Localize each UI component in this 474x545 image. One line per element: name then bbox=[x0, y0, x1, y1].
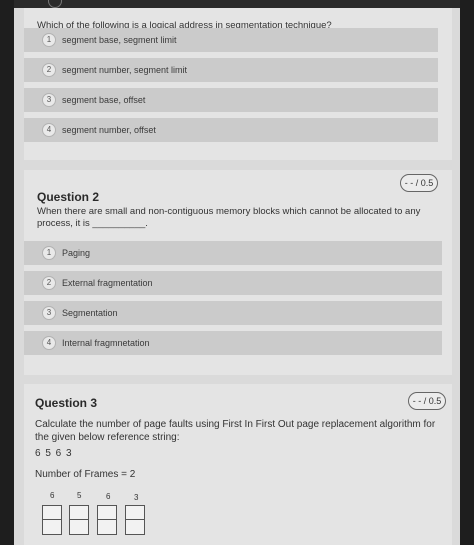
frames-label: Number of Frames = 2 bbox=[35, 469, 136, 480]
option-number: 4 bbox=[42, 336, 56, 350]
frame-column-label: 6 bbox=[50, 491, 55, 500]
option-1[interactable]: 1 Paging bbox=[24, 241, 442, 265]
option-label: segment base, segment limit bbox=[62, 35, 177, 45]
option-3[interactable]: 3 Segmentation bbox=[24, 301, 442, 325]
option-number: 1 bbox=[42, 246, 56, 260]
question-card-1: Which of the following is a logical addr… bbox=[24, 8, 452, 160]
option-label: Segmentation bbox=[62, 308, 118, 318]
frame-box-4[interactable] bbox=[125, 505, 145, 535]
frame-cell[interactable] bbox=[43, 506, 61, 520]
frame-column-label: 3 bbox=[134, 493, 139, 502]
option-label: segment number, segment limit bbox=[62, 65, 188, 75]
frame-column-label: 5 bbox=[77, 491, 82, 500]
option-3[interactable]: 3 segment base, offset bbox=[24, 88, 438, 112]
option-number: 2 bbox=[42, 63, 56, 77]
question-3-text: Calculate the number of page faults usin… bbox=[35, 419, 436, 443]
score-badge: - - / 0.5 bbox=[400, 174, 438, 192]
frame-cell[interactable] bbox=[126, 506, 144, 520]
frame-column-label: 6 bbox=[106, 492, 111, 501]
option-4[interactable]: 4 Internal fragmnetation bbox=[24, 331, 442, 355]
option-label: segment number, offset bbox=[62, 125, 156, 135]
option-number: 1 bbox=[42, 33, 56, 47]
question-3-title: Question 3 bbox=[35, 396, 98, 410]
frame-cell[interactable] bbox=[98, 506, 116, 520]
option-label: Paging bbox=[62, 248, 91, 258]
frame-cell[interactable] bbox=[70, 520, 88, 534]
option-number: 4 bbox=[42, 123, 56, 137]
option-label: segment base, offset bbox=[62, 95, 146, 105]
option-2[interactable]: 2 segment number, segment limit bbox=[24, 58, 438, 82]
top-bar bbox=[14, 0, 460, 8]
option-number: 3 bbox=[42, 306, 56, 320]
back-icon[interactable] bbox=[48, 0, 62, 8]
question-card-3: - - / 0.5 Question 3 Calculate the numbe… bbox=[24, 384, 452, 545]
option-label: External fragmentation bbox=[62, 278, 153, 288]
question-card-2: - - / 0.5 Question 2 When there are smal… bbox=[24, 170, 452, 375]
frame-box-3[interactable] bbox=[97, 505, 117, 535]
option-number: 2 bbox=[42, 276, 56, 290]
question-2-text: When there are small and non-contiguous … bbox=[37, 206, 421, 229]
option-4[interactable]: 4 segment number, offset bbox=[24, 118, 438, 142]
score-badge: - - / 0.5 bbox=[408, 392, 446, 410]
frame-cell[interactable] bbox=[43, 520, 61, 534]
option-2[interactable]: 2 External fragmentation bbox=[24, 271, 442, 295]
option-number: 3 bbox=[42, 93, 56, 107]
frame-cell[interactable] bbox=[126, 520, 144, 534]
frame-box-2[interactable] bbox=[69, 505, 89, 535]
option-1[interactable]: 1 segment base, segment limit bbox=[24, 28, 438, 52]
frame-cell[interactable] bbox=[98, 520, 116, 534]
option-label: Internal fragmnetation bbox=[62, 338, 150, 348]
question-2-title: Question 2 bbox=[37, 190, 100, 204]
frame-box-1[interactable] bbox=[42, 505, 62, 535]
frame-cell[interactable] bbox=[70, 506, 88, 520]
reference-string: 6 5 6 3 bbox=[35, 448, 73, 459]
